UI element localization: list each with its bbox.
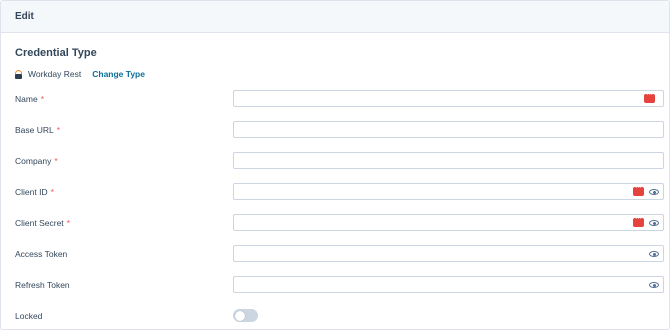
base-url-input[interactable] <box>233 121 664 138</box>
base-url-label-text: Base URL <box>15 125 54 135</box>
locked-label: Locked <box>15 311 42 321</box>
required-marker: * <box>54 156 58 166</box>
password-manager-icon[interactable] <box>633 185 644 196</box>
client-id-label: Client ID * <box>15 187 54 197</box>
section-title: Credential Type <box>15 47 97 59</box>
company-label: Company * <box>15 156 58 166</box>
client-id-label-text: Client ID <box>15 187 48 197</box>
refresh-token-label: Refresh Token <box>15 280 70 290</box>
name-label: Name * <box>15 94 44 104</box>
required-marker: * <box>56 125 61 135</box>
toggle-knob <box>234 310 245 321</box>
password-manager-icon[interactable] <box>644 92 655 103</box>
name-input[interactable] <box>233 90 664 107</box>
workday-icon <box>15 69 22 79</box>
base-url-label: Base URL * <box>15 125 60 135</box>
change-type-link[interactable]: Change Type <box>92 69 145 79</box>
company-input[interactable] <box>233 152 664 169</box>
panel-title: Edit <box>15 11 34 22</box>
eye-icon[interactable] <box>649 220 659 226</box>
credential-type-name: Workday Rest <box>28 69 82 79</box>
required-marker: * <box>66 218 70 228</box>
client-secret-label: Client Secret * <box>15 218 70 228</box>
required-marker: * <box>50 187 54 197</box>
eye-icon[interactable] <box>649 282 659 288</box>
access-token-label: Access Token <box>15 249 67 259</box>
credential-type-row: Workday Rest Change Type <box>15 68 145 80</box>
company-label-text: Company <box>15 156 52 166</box>
access-token-input[interactable] <box>233 245 664 262</box>
refresh-token-input[interactable] <box>233 276 664 293</box>
client-secret-label-text: Client Secret <box>15 218 64 228</box>
eye-icon[interactable] <box>649 189 659 195</box>
password-manager-icon[interactable] <box>633 216 644 227</box>
client-id-input[interactable] <box>233 183 664 200</box>
required-marker: * <box>40 94 44 104</box>
eye-icon[interactable] <box>649 251 659 257</box>
refresh-token-label-text: Refresh Token <box>15 280 70 290</box>
panel-header: Edit <box>1 1 669 33</box>
name-label-text: Name <box>15 94 38 104</box>
access-token-label-text: Access Token <box>15 249 68 259</box>
locked-toggle[interactable] <box>233 309 258 322</box>
edit-panel: Edit Credential Type Workday Rest Change… <box>0 0 670 330</box>
client-secret-input[interactable] <box>233 214 664 231</box>
locked-label-text: Locked <box>15 311 43 321</box>
